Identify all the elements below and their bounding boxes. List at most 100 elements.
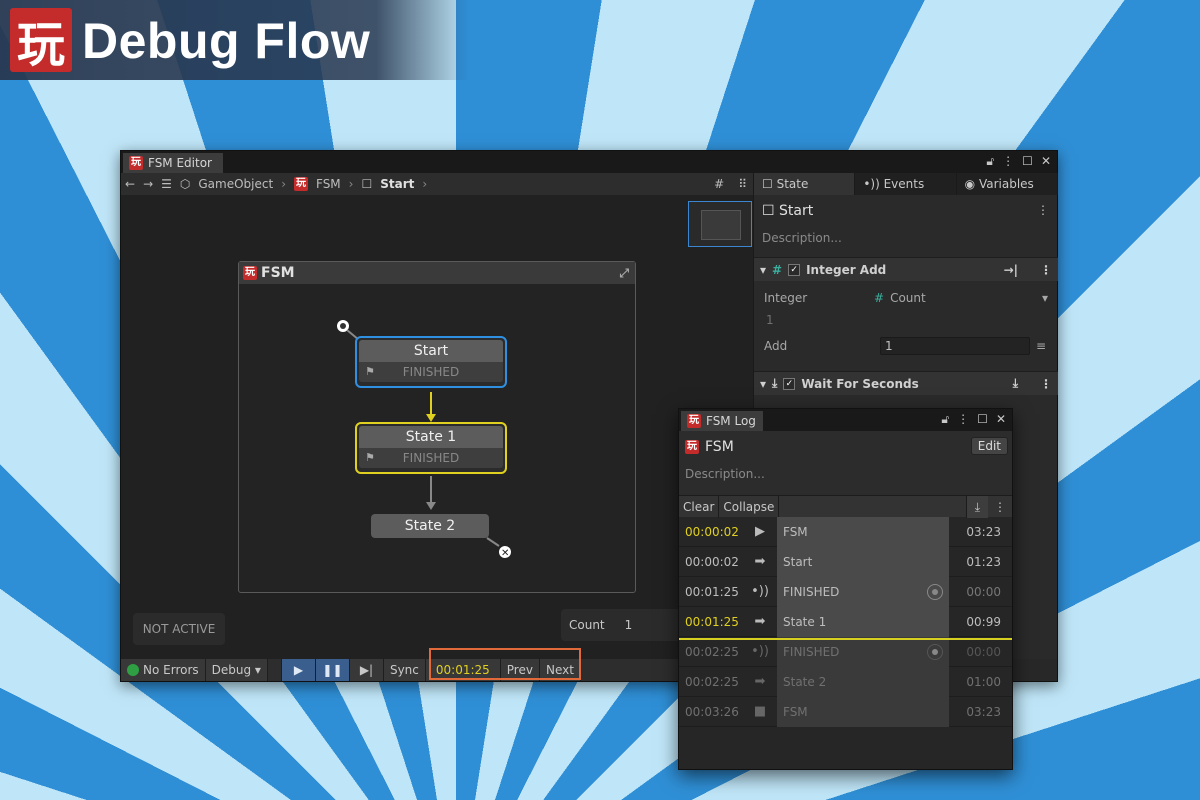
fsm-icon: 玩 <box>685 440 699 454</box>
more-icon[interactable]: ⋮ <box>1002 154 1014 169</box>
description-field[interactable]: Description... <box>762 231 842 245</box>
stop-icon: ■ <box>753 704 767 719</box>
flag-icon: ⚑ <box>365 365 375 378</box>
cube-icon: ⬡ <box>179 177 191 191</box>
log-label: FINISHED <box>777 576 949 607</box>
no-errors-button[interactable]: No Errors <box>121 659 206 681</box>
log-titlebar: 玩 FSM Log 🔓︎ ⋮ ☐ ✕ <box>679 409 1012 431</box>
log-label: Start <box>777 546 949 577</box>
editor-titlebar: 玩 FSM Editor 🔓︎ ⋮ ☐ ✕ <box>121 151 1057 173</box>
run-icon[interactable]: →| <box>1004 263 1018 277</box>
add-label: Add <box>764 339 788 353</box>
event-target-icon <box>927 583 943 600</box>
maximize-icon[interactable]: ☐ <box>1022 154 1033 169</box>
log-row[interactable]: 00:00:02 ▶ FSM 03:23 <box>679 516 1012 547</box>
add-row: Add 1 ≡ <box>764 337 1054 355</box>
banner-title: Debug Flow <box>82 13 371 69</box>
close-icon[interactable]: ✕ <box>1041 154 1051 169</box>
add-input[interactable]: 1 <box>880 337 1030 355</box>
close-icon[interactable]: ✕ <box>996 412 1006 427</box>
tab-label: FSM Editor <box>148 156 212 170</box>
log-time: 00:00:02 <box>685 554 739 569</box>
menu-icon[interactable]: ☰ <box>161 177 172 191</box>
play-button[interactable]: ▶ <box>281 659 316 681</box>
minimap[interactable] <box>688 201 752 247</box>
action-integer-add[interactable]: ▾ # ✓ Integer Add →| ⋮ <box>754 257 1058 281</box>
tab-events[interactable]: •)) Events <box>855 173 957 195</box>
pause-button[interactable]: ❚❚ <box>315 659 350 681</box>
tab-fsm-log[interactable]: 玩 FSM Log <box>681 411 763 431</box>
log-time: 00:00:02 <box>685 524 739 539</box>
log-label: FSM <box>777 516 949 547</box>
integer-current-value: 1 <box>766 313 774 327</box>
collapse-button[interactable]: Collapse <box>719 495 780 518</box>
breadcrumb-fsm[interactable]: FSM <box>316 177 341 191</box>
log-row[interactable]: 00:01:25 ➡ State 1 00:99 <box>679 606 1012 637</box>
log-time: 00:02:25 <box>685 674 739 689</box>
inspector-tabs: ☐ State •)) Events ◉ Variables <box>754 173 1058 195</box>
log-label: State 1 <box>777 606 949 637</box>
debug-dropdown[interactable]: Debug ▾ <box>205 659 268 681</box>
breadcrumb-gameobject[interactable]: GameObject <box>198 177 273 191</box>
more-icon[interactable]: ⋮ <box>957 412 969 427</box>
graph-canvas[interactable]: 玩 FSM ⤢ ✕ Start ⚑ FINISHED State 1 ⚑ FIN… <box>121 195 753 659</box>
log-duration: 00:00 <box>966 584 1001 599</box>
lock-icon[interactable]: 🔓︎ <box>941 412 949 427</box>
more-icon[interactable]: ⋮ <box>988 500 1012 514</box>
grid-icon[interactable]: # <box>714 177 724 191</box>
state-event[interactable]: ⚑ FINISHED <box>359 362 503 382</box>
arrow-icon: ➡ <box>754 674 766 689</box>
enabled-checkbox[interactable]: ✓ <box>783 377 796 390</box>
more-icon[interactable]: ⋮ <box>1037 203 1049 217</box>
clear-button[interactable]: Clear <box>679 495 720 518</box>
layout-icon[interactable]: ⠿ <box>738 177 747 191</box>
integer-select[interactable]: Count <box>890 291 926 305</box>
action-title: Wait For Seconds <box>801 376 919 391</box>
state-name[interactable]: ☐ Start <box>762 203 813 219</box>
download-icon[interactable]: ⤓ <box>1013 376 1018 391</box>
enabled-checkbox[interactable]: ✓ <box>788 263 801 276</box>
lock-icon[interactable]: 🔓︎ <box>986 154 994 169</box>
edit-button[interactable]: Edit <box>970 437 1008 455</box>
editor-toolbar: ← → ☰ ⬡ GameObject › 玩 FSM › ☐ Start › #… <box>121 173 753 195</box>
maximize-icon[interactable]: ☐ <box>977 412 988 427</box>
collapse-icon[interactable]: ▾ <box>760 263 766 277</box>
tab-fsm-editor[interactable]: 玩 FSM Editor <box>123 153 223 173</box>
arrow-icon: ➡ <box>754 554 766 569</box>
scroll-down-icon[interactable]: ⤓ <box>965 495 988 518</box>
breadcrumb-start[interactable]: Start <box>380 177 414 191</box>
play-icon: ▶ <box>755 524 765 539</box>
minimap-viewport <box>701 210 741 240</box>
options-icon[interactable]: ≡ <box>1036 339 1046 353</box>
fsm-frame: 玩 FSM ⤢ ✕ Start ⚑ FINISHED State 1 ⚑ FIN… <box>238 261 636 593</box>
log-row[interactable]: 00:03:26 ■ FSM 03:23 <box>679 696 1012 727</box>
tab-variables[interactable]: ◉ Variables <box>957 173 1058 195</box>
more-icon[interactable]: ⋮ <box>1040 263 1052 277</box>
window-controls: 🔓︎ ⋮ ☐ ✕ <box>986 154 1051 169</box>
state-node-state-1[interactable]: State 1 ⚑ FINISHED <box>355 422 507 474</box>
state-node-state-2[interactable]: State 2 <box>371 514 489 538</box>
flag-icon: ⚑ <box>365 451 375 464</box>
sync-button[interactable]: Sync <box>383 659 426 681</box>
count-value: 1 <box>624 618 633 632</box>
more-icon[interactable]: ⋮ <box>1040 377 1052 391</box>
step-button[interactable]: ▶| <box>349 659 384 681</box>
log-row[interactable]: 00:02:25 •)) FINISHED 00:00 <box>679 636 1012 667</box>
forward-icon[interactable]: → <box>143 177 153 191</box>
event-target-icon <box>927 643 943 660</box>
log-row[interactable]: 00:02:25 ➡ State 2 01:00 <box>679 666 1012 697</box>
integer-row: Integer # Count ▾ <box>764 291 1054 305</box>
log-duration: 01:23 <box>966 554 1001 569</box>
status-icon <box>127 664 139 676</box>
state-node-start[interactable]: Start ⚑ FINISHED <box>355 336 507 388</box>
tab-state[interactable]: ☐ State <box>754 173 856 195</box>
window-controls: 🔓︎ ⋮ ☐ ✕ <box>941 412 1006 427</box>
chevron-down-icon[interactable]: ▾ <box>1042 291 1048 305</box>
log-description[interactable]: Description... <box>685 467 765 481</box>
log-row[interactable]: 00:01:25 •)) FINISHED 00:00 <box>679 576 1012 607</box>
state-event[interactable]: ⚑ FINISHED <box>359 448 503 468</box>
log-row[interactable]: 00:00:02 ➡ Start 01:23 <box>679 546 1012 577</box>
action-wait-for-seconds[interactable]: ▾ ⤓ ✓ Wait For Seconds ⤓ ⋮ <box>754 371 1058 395</box>
collapse-icon[interactable]: ▾ <box>760 377 766 391</box>
back-icon[interactable]: ← <box>125 177 135 191</box>
